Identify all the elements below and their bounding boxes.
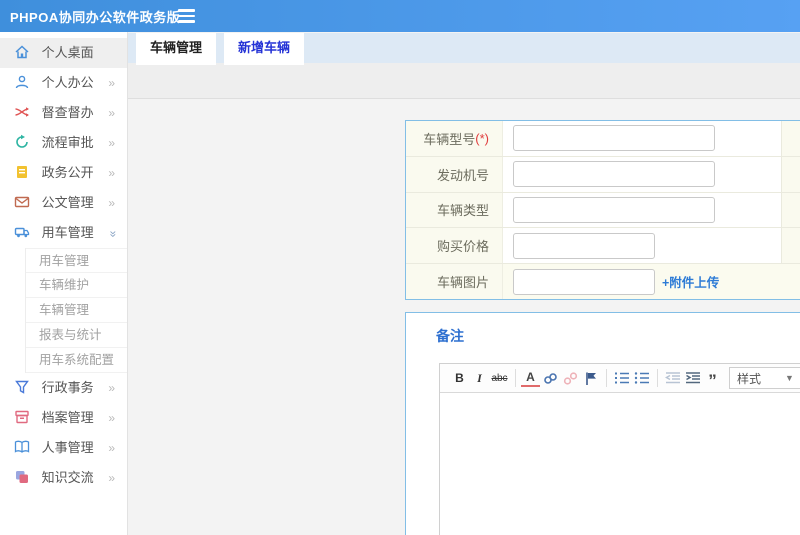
outdent-icon[interactable] — [663, 367, 682, 389]
chevron-right-icon: » — [108, 441, 115, 455]
sidebar-item-personal-office[interactable]: 个人办公 » — [0, 68, 127, 98]
form-row-model: 车辆型号 (*) — [406, 121, 800, 157]
sidebar-item-workflow-approval[interactable]: 流程审批 » — [0, 128, 127, 158]
tab-new-vehicle[interactable]: 新增车辆 — [224, 33, 305, 65]
app-header: PHPOA协同办公软件政务版 — [0, 0, 800, 32]
bulleted-list-icon[interactable] — [632, 367, 651, 389]
sidebar-item-label: 政务公开 — [41, 165, 94, 180]
toolbar-band — [128, 63, 800, 99]
submenu-item-reports-stats[interactable]: 报表与统计 — [26, 323, 127, 348]
styles-dropdown-label: 样式 — [737, 371, 762, 386]
vehicle-submenu: 用车管理 车辆维护 车辆管理 报表与统计 用车系统配置 — [25, 248, 127, 373]
sidebar-item-supervision[interactable]: 督查督办 » — [0, 98, 127, 128]
indent-icon[interactable] — [683, 367, 702, 389]
chevron-right-icon: » — [108, 381, 115, 395]
sidebar-item-admin-affairs[interactable]: 行政事务 » — [0, 373, 127, 403]
field-label-model: 车辆型号 — [423, 131, 476, 147]
submenu-item-vehicle-manage[interactable]: 车辆管理 — [26, 298, 127, 323]
sidebar-item-label: 流程审批 — [41, 135, 94, 150]
sidebar-item-vehicle-mgmt[interactable]: 用车管理 » — [0, 218, 127, 248]
home-icon — [14, 44, 30, 60]
engine-number-input[interactable] — [513, 161, 715, 188]
link-icon[interactable] — [541, 367, 560, 389]
chevron-right-icon: » — [108, 136, 115, 150]
field-label-type: 车辆类型 — [436, 203, 489, 219]
chevron-right-icon: » — [108, 196, 115, 210]
chevron-right-icon: » — [108, 166, 115, 180]
sidebar-item-label: 档案管理 — [41, 410, 94, 425]
archive-icon — [14, 409, 30, 425]
styles-dropdown[interactable]: 样式 ▼ — [729, 367, 800, 389]
remove-format-button[interactable]: A — [521, 369, 540, 387]
chevron-right-icon: » — [108, 106, 115, 120]
field-label-engine: 发动机号 — [436, 167, 489, 183]
sidebar-item-gov-disclosure[interactable]: 政务公开 » — [0, 158, 127, 188]
sidebar-item-official-docs[interactable]: 公文管理 » — [0, 188, 127, 218]
shuffle-icon — [14, 104, 30, 120]
form-row-image: 车辆图片 +附件上传 — [406, 264, 800, 299]
sidebar-item-knowledge-exchange[interactable]: 知识交流 » — [0, 463, 127, 493]
sidebar-item-label: 知识交流 — [41, 470, 94, 485]
hamburger-icon[interactable] — [178, 0, 202, 32]
tab-vehicle-manage[interactable]: 车辆管理 — [136, 33, 217, 65]
book-icon — [14, 439, 30, 455]
chevron-right-icon: » — [108, 76, 115, 90]
toolbar-separator — [606, 369, 607, 387]
unlink-icon[interactable] — [561, 367, 580, 389]
sidebar-item-label: 用车管理 — [41, 225, 94, 240]
sidebar-item-label: 个人办公 — [41, 75, 94, 90]
sidebar-item-label: 个人桌面 — [41, 45, 94, 60]
sidebar-item-archive-mgmt[interactable]: 档案管理 » — [0, 403, 127, 433]
field-label-price: 购买价格 — [436, 239, 489, 255]
tab-strip: 车辆管理 新增车辆 — [128, 33, 800, 65]
sidebar-item-label: 行政事务 — [41, 380, 94, 395]
form-row-type: 车辆类型 — [406, 192, 800, 229]
form-row-engine: 发动机号 — [406, 156, 800, 193]
sidebar-item-label: 督查督办 — [41, 105, 94, 120]
field-label-image: 车辆图片 — [436, 275, 489, 291]
app-window: PHPOA协同办公软件政务版 个人桌面 个人办公 » 督查督办 » 流程审批 »… — [0, 0, 800, 535]
vehicle-form-panel: 车辆型号 (*) 发动机号 车辆类型 购买价格 车辆图片 +附件上传 — [405, 120, 800, 300]
sync-icon — [14, 134, 30, 150]
sidebar-item-label: 人事管理 — [41, 440, 94, 455]
strikethrough-button[interactable]: abc — [490, 367, 509, 389]
required-marker: (*) — [475, 130, 489, 146]
vehicle-image-input[interactable] — [513, 268, 655, 295]
remark-title: 备注 — [436, 328, 464, 344]
anchor-flag-icon[interactable] — [581, 367, 600, 389]
layers-icon — [14, 469, 30, 485]
sidebar-item-personal-desktop[interactable]: 个人桌面 — [0, 38, 127, 68]
toolbar-separator — [515, 369, 516, 387]
chevron-right-icon: » — [108, 471, 115, 485]
sidebar: 个人桌面 个人办公 » 督查督办 » 流程审批 » 政务公开 » 公文管理 » — [0, 32, 128, 535]
doc-icon — [14, 164, 30, 180]
mail-icon — [14, 194, 30, 210]
remark-panel: 备注 B I abc A ” 样式 ▼ — [405, 312, 800, 535]
editor-toolbar: B I abc A ” 样式 ▼ 格式 — [440, 364, 800, 393]
app-title: PHPOA协同办公软件政务版 — [10, 9, 181, 25]
vehicle-type-input[interactable] — [513, 196, 715, 223]
submenu-item-vehicle-use[interactable]: 用车管理 — [26, 248, 127, 273]
form-row-price: 购买价格 — [406, 228, 800, 265]
editor-content-area[interactable] — [440, 393, 800, 535]
dropdown-arrow-icon: ▼ — [785, 373, 794, 383]
numbered-list-icon[interactable] — [612, 367, 631, 389]
chevron-right-icon: » — [108, 411, 115, 425]
bold-button[interactable]: B — [450, 367, 469, 389]
sidebar-item-label: 公文管理 — [41, 195, 94, 210]
chevron-down-icon: » — [106, 230, 121, 238]
italic-button[interactable]: I — [470, 367, 489, 389]
truck-icon — [14, 224, 30, 240]
sidebar-item-hr-mgmt[interactable]: 人事管理 » — [0, 433, 127, 463]
rich-text-editor: B I abc A ” 样式 ▼ 格式 — [439, 363, 800, 535]
blockquote-button[interactable]: ” — [703, 367, 722, 389]
user-icon — [14, 74, 30, 90]
toolbar-separator — [657, 369, 658, 387]
filter-icon — [14, 379, 30, 395]
submenu-item-vehicle-maintenance[interactable]: 车辆维护 — [26, 273, 127, 298]
attachment-upload-link[interactable]: +附件上传 — [662, 272, 719, 291]
submenu-item-vehicle-system-config[interactable]: 用车系统配置 — [26, 348, 127, 373]
purchase-price-input[interactable] — [513, 232, 655, 259]
vehicle-model-input[interactable] — [513, 125, 715, 152]
